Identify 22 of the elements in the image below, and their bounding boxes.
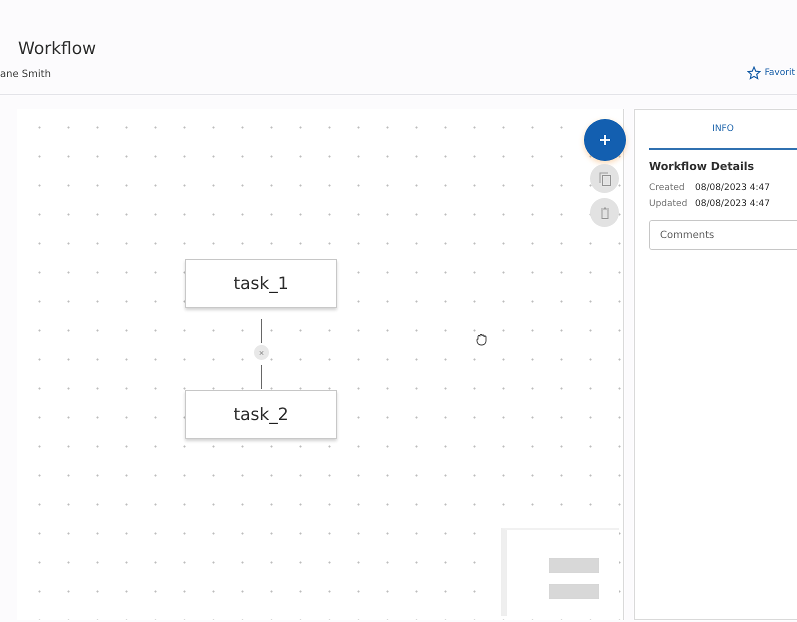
- workflow-canvas[interactable]: task_1 task_2 ×: [17, 109, 624, 620]
- page-title: Workflow: [18, 39, 96, 59]
- connector-line: [261, 365, 262, 389]
- trash-icon: [600, 206, 610, 218]
- minimap-node: [549, 558, 599, 573]
- task-node[interactable]: task_2: [185, 390, 337, 439]
- detail-label: Created: [649, 183, 683, 193]
- detail-value: 08/08/2023 4:47: [695, 199, 770, 209]
- info-tab[interactable]: INFO: [649, 110, 797, 150]
- detail-value: 08/08/2023 4:47: [695, 183, 770, 193]
- comments-field[interactable]: Comments: [649, 220, 797, 250]
- plus-icon: [599, 134, 611, 146]
- star-icon: [746, 66, 761, 80]
- connector-line: [261, 319, 262, 343]
- add-button[interactable]: [584, 119, 626, 161]
- minimap-node: [549, 584, 599, 599]
- owner-name: ane Smith: [0, 69, 52, 80]
- hand-cursor-icon: [475, 333, 487, 346]
- details-heading: Workflow Details: [649, 160, 756, 173]
- favorite-button[interactable]: Favorit: [746, 66, 795, 80]
- copy-icon: [598, 172, 610, 186]
- task-node[interactable]: task_1: [185, 259, 337, 308]
